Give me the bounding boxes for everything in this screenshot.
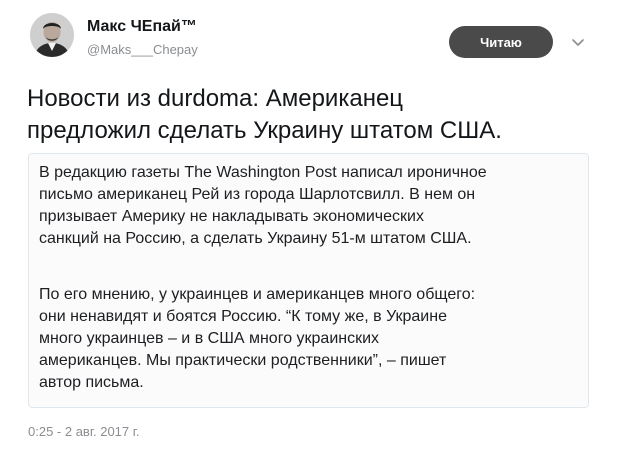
author-handle[interactable]: @Maks___Chepay	[87, 42, 198, 57]
tweet-text-line: Новости из durdoma: Американец	[27, 85, 404, 112]
tweet-container: Макс ЧЕпай™ @Maks___Chepay Читаю Новости…	[0, 0, 623, 451]
card-text-line: американцев. Мы практически родственники…	[39, 352, 447, 369]
card-text-line: много украинцев – и в США много украинск…	[39, 330, 380, 347]
tweet-text: Новости из durdoma: Американец предложил…	[27, 83, 607, 147]
tweet-text-line: предложил сделать Украину штатом США.	[27, 117, 502, 144]
card-text-line: автор письма.	[39, 374, 144, 391]
card-text-line: санкций на Россию, а сделать Украину 51-…	[39, 230, 472, 247]
author-name[interactable]: Макс ЧЕпай™	[87, 18, 197, 36]
card-paragraph-1: В редакцию газеты The Washington Post на…	[39, 162, 487, 250]
card-text-line: По его мнению, у украинцев и американцев…	[39, 286, 476, 303]
card-text-line: призывает Америку не накладывать экономи…	[39, 208, 424, 225]
chevron-down-icon[interactable]	[571, 35, 585, 49]
card-text-line: они ненавидят и боятся Россию. “К тому ж…	[39, 308, 447, 325]
follow-button[interactable]: Читаю	[449, 26, 553, 58]
avatar[interactable]	[30, 13, 74, 57]
card-text-line: письмо американец Рей из города Шарлотсв…	[39, 186, 476, 203]
card-text-line: В редакцию газеты The Washington Post на…	[39, 164, 487, 181]
card-paragraph-2: По его мнению, у украинцев и американцев…	[39, 284, 475, 394]
user-avatar-icon	[30, 13, 74, 57]
quoted-text-card: В редакцию газеты The Washington Post на…	[28, 153, 589, 408]
tweet-timestamp[interactable]: 0:25 - 2 авг. 2017 г.	[28, 424, 140, 439]
